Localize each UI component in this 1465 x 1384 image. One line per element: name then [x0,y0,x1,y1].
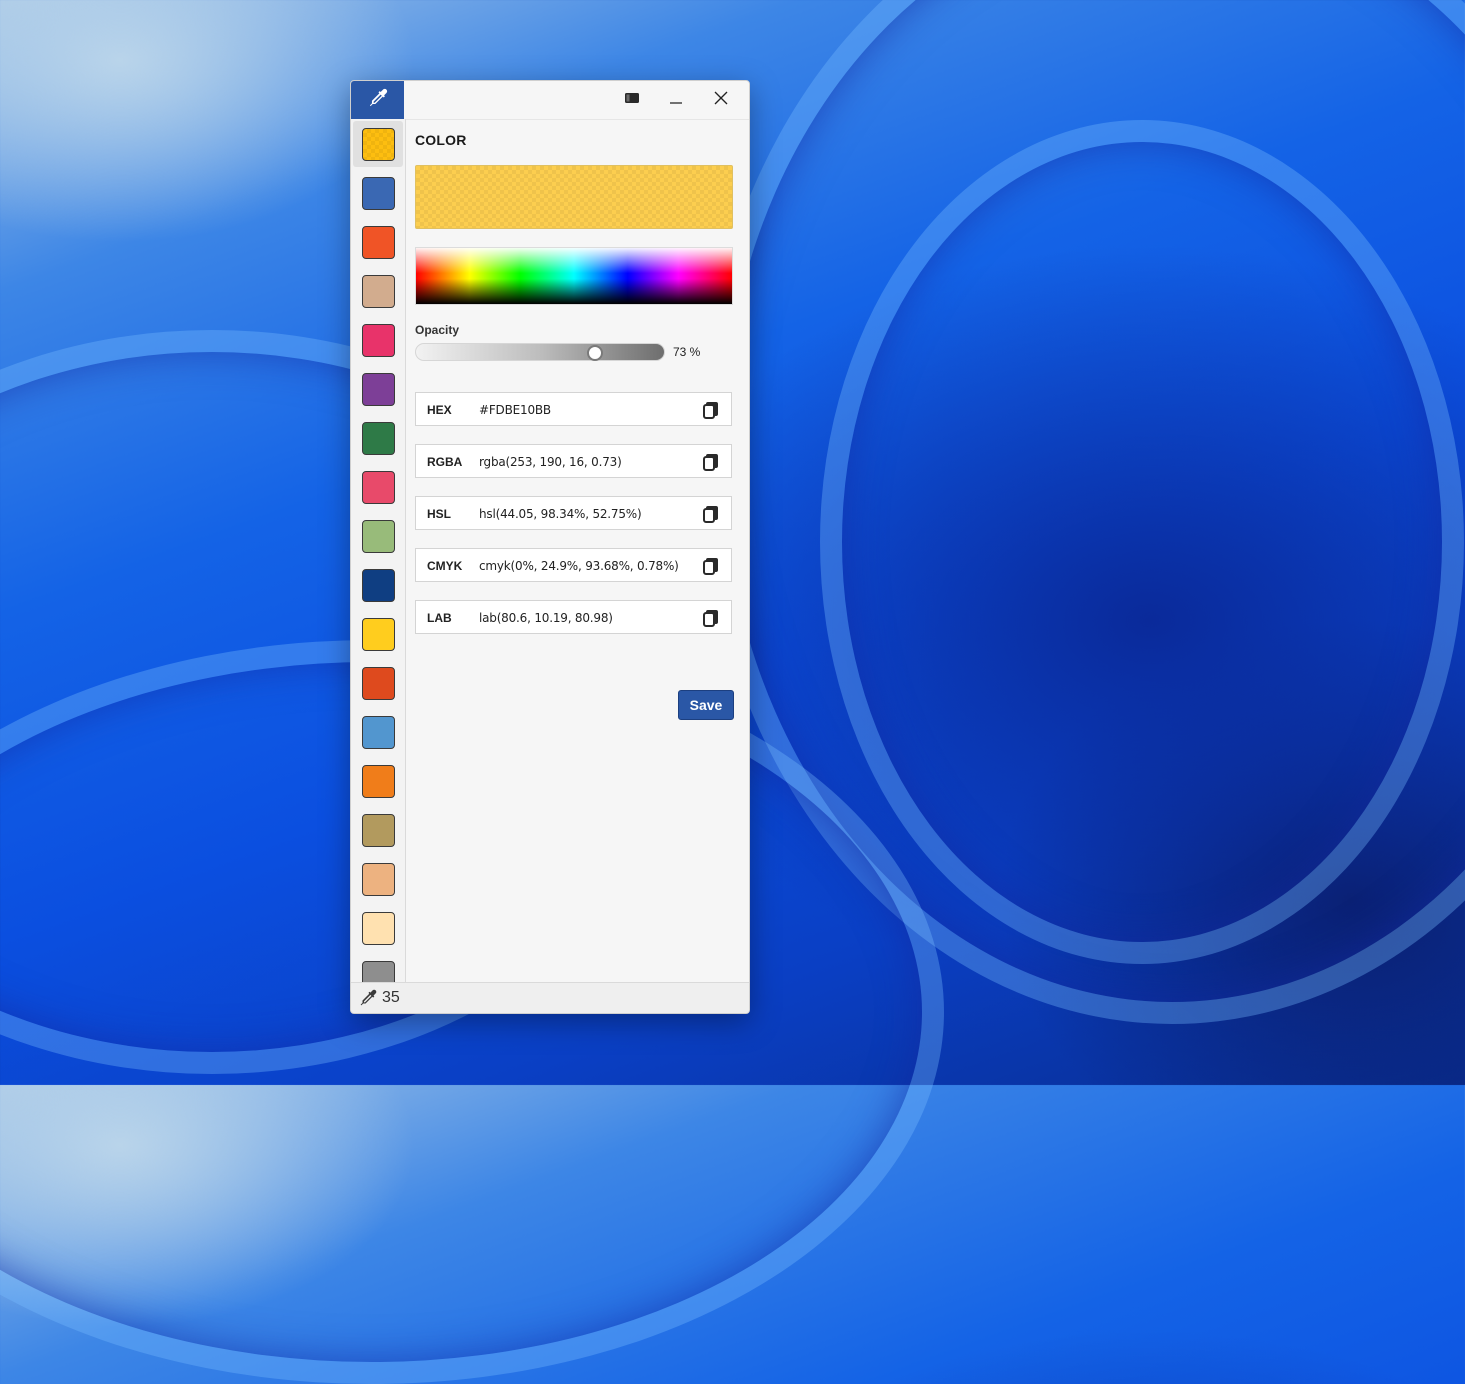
swatch-color [361,470,395,504]
close-icon [714,91,728,110]
saved-color-swatch[interactable] [353,807,403,853]
swatch-color [361,323,395,357]
compact-mode-icon [624,91,640,110]
swatch-color [361,764,395,798]
opacity-label: Opacity [415,323,460,337]
format-label: HSL [427,507,451,521]
format-value[interactable]: lab(80.6, 10.19, 80.98) [479,611,613,625]
copy-icon[interactable] [701,504,721,524]
format-row-hex: HEX #FDBE10BB [415,392,732,426]
swatch-color [361,225,395,259]
copy-icon[interactable] [701,400,721,420]
swatch-color [361,176,395,210]
saved-color-swatch[interactable] [353,954,403,983]
swatch-color [361,421,395,455]
title-bar [404,81,749,120]
format-row-rgba: RGBA rgba(253, 190, 16, 0.73) [415,444,732,478]
format-row-hsl: HSL hsl(44.05, 98.34%, 52.75%) [415,496,732,530]
swatch-color [361,813,395,847]
opacity-value: 73 % [673,345,701,359]
color-picker-window: COLOR Opacity 73 % HEX #FDBE10BB RGBA rgba(… [350,80,750,1014]
copy-icon[interactable] [701,452,721,472]
format-value[interactable]: cmyk(0%, 24.9%, 93.68%, 0.78%) [479,559,679,573]
opacity-slider[interactable] [415,343,665,361]
save-button[interactable]: Save [678,690,734,720]
format-label: RGBA [427,455,463,469]
picker-tab[interactable] [351,81,404,119]
format-label: LAB [427,611,452,625]
format-label: HEX [427,403,452,417]
format-row-lab: LAB lab(80.6, 10.19, 80.98) [415,600,732,634]
saved-color-swatch[interactable] [353,660,403,706]
saved-color-swatch[interactable] [353,856,403,902]
compact-mode-button[interactable] [610,81,654,119]
swatch-color [361,862,395,896]
swatch-color [361,960,395,983]
minimize-button[interactable] [654,81,698,119]
format-row-cmyk: CMYK cmyk(0%, 24.9%, 93.68%, 0.78%) [415,548,732,582]
saved-colors-sidebar[interactable] [351,119,406,983]
swatch-color [361,127,395,161]
color-preview [415,165,733,229]
swatch-color [361,274,395,308]
format-value[interactable]: hsl(44.05, 98.34%, 52.75%) [479,507,642,521]
saved-color-swatch[interactable] [353,905,403,951]
saved-color-swatch[interactable] [353,513,403,559]
eyedropper-icon [367,87,389,114]
saved-color-swatch[interactable] [353,562,403,608]
swatch-color [361,519,395,553]
format-value[interactable]: #FDBE10BB [479,403,551,417]
minimize-icon [669,91,683,110]
status-bar: 35 [351,982,749,1013]
swatch-color [361,617,395,651]
copy-icon[interactable] [701,608,721,628]
saved-color-swatch[interactable] [353,317,403,363]
section-title: COLOR [415,132,467,148]
saved-color-swatch[interactable] [353,121,403,167]
saved-color-swatch[interactable] [353,219,403,265]
saved-color-swatch[interactable] [353,170,403,216]
swatch-color [361,568,395,602]
color-panel: COLOR Opacity 73 % HEX #FDBE10BB RGBA rgba(… [405,119,749,983]
saved-color-swatch[interactable] [353,415,403,461]
saved-color-swatch[interactable] [353,709,403,755]
color-spectrum[interactable] [415,247,733,305]
format-label: CMYK [427,559,463,573]
close-button[interactable] [699,81,743,119]
saved-color-swatch[interactable] [353,611,403,657]
eyedropper-icon [358,988,378,1008]
saved-color-swatch[interactable] [353,268,403,314]
saved-color-swatch[interactable] [353,464,403,510]
copy-icon[interactable] [701,556,721,576]
swatch-color [361,715,395,749]
saved-color-count: 35 [382,989,400,1006]
swatch-color [361,372,395,406]
format-value[interactable]: rgba(253, 190, 16, 0.73) [479,455,622,469]
saved-color-swatch[interactable] [353,366,403,412]
swatch-color [361,911,395,945]
saved-color-swatch[interactable] [353,758,403,804]
opacity-slider-thumb[interactable] [587,345,603,361]
swatch-color [361,666,395,700]
